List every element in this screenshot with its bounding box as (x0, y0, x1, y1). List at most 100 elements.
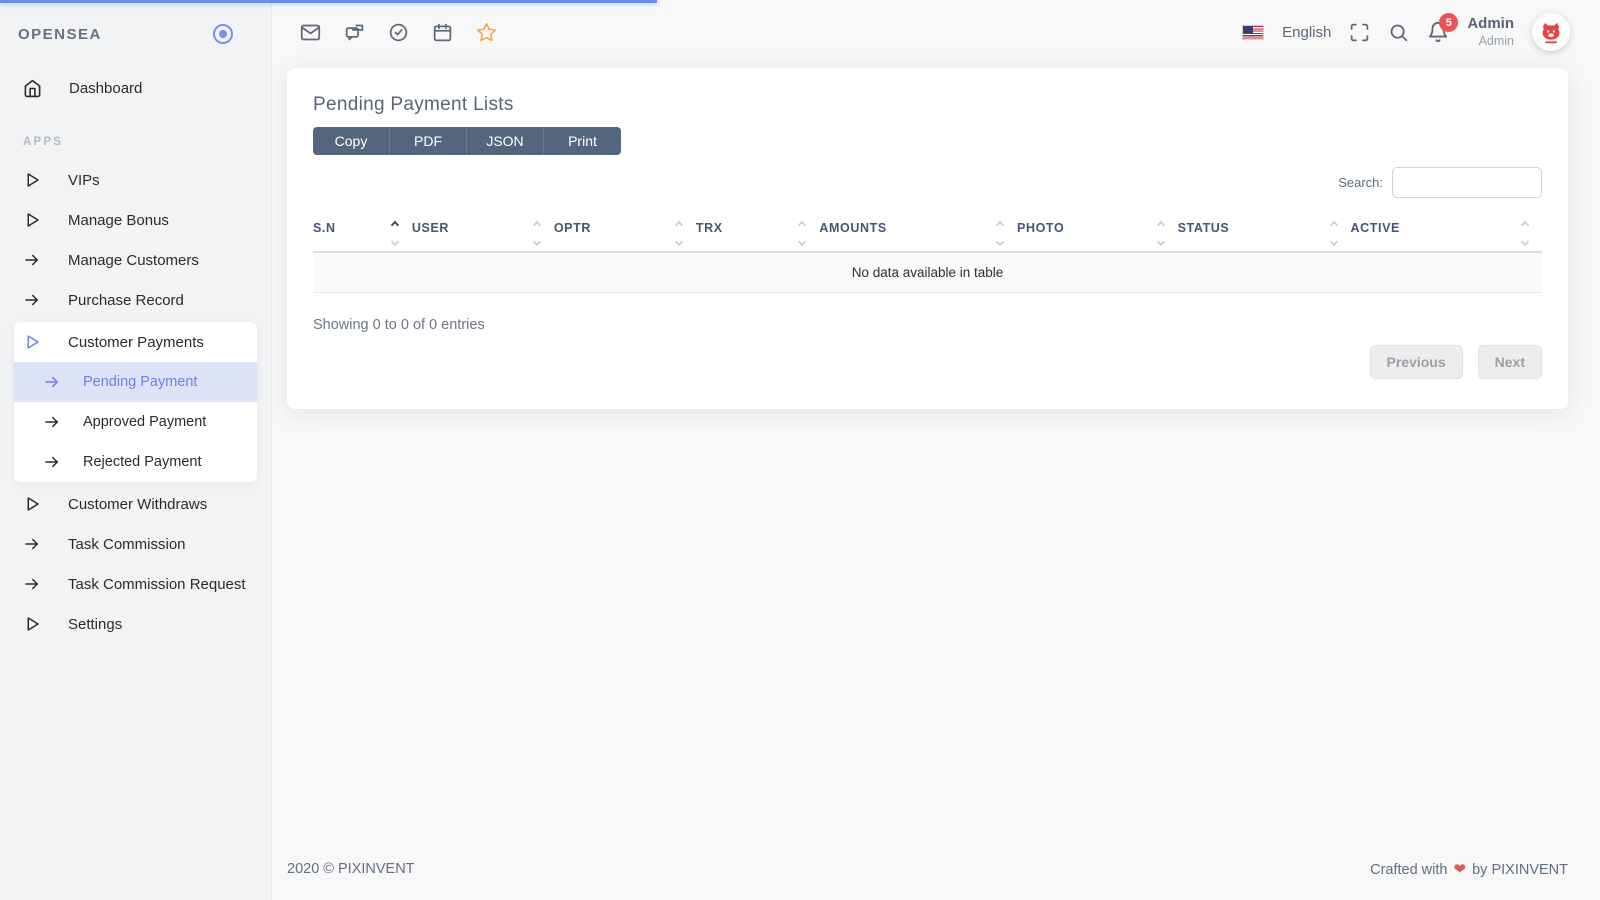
calendar-shortcut-button[interactable] (432, 22, 453, 43)
sidebar: OPENSEA Dashboard APPS VIPs Manage Bonus M… (0, 0, 272, 900)
sort-asc-icon (674, 220, 684, 230)
arrow-right-icon (25, 254, 38, 266)
fullscreen-button[interactable] (1349, 22, 1370, 43)
bookmark-shortcuts (300, 22, 497, 43)
avatar[interactable] (1532, 13, 1570, 51)
sort-icons (995, 220, 1005, 247)
sidebar-pin-toggle-icon[interactable] (213, 24, 233, 44)
previous-page-button[interactable]: Previous (1369, 345, 1463, 379)
sort-desc-icon (532, 237, 542, 247)
column-header-photo[interactable]: PHOTO (1017, 213, 1178, 253)
user-menu[interactable]: Admin Admin (1467, 15, 1514, 49)
sidebar-item-label: VIPs (68, 171, 100, 189)
main-area: English 5 Admin Admin Pending Payment Li… (272, 0, 1600, 900)
sidebar-menu: VIPs Manage Bonus Manage Customers Purchase… (0, 160, 271, 644)
column-header-active[interactable]: ACTIVE (1350, 213, 1542, 253)
sidebar-item-task-commission-request[interactable]: Task Commission Request (0, 564, 271, 604)
column-header-sn[interactable]: S.N (313, 213, 412, 253)
pdf-export-button[interactable]: PDF (390, 127, 467, 155)
page-title: Pending Payment Lists (313, 94, 514, 115)
table-search-input[interactable] (1392, 167, 1542, 198)
sidebar-subitem-label: Rejected Payment (83, 454, 202, 470)
brand: OPENSEA (0, 0, 271, 68)
sidebar-item-label: Manage Customers (68, 251, 199, 269)
search-label: Search: (1338, 175, 1383, 190)
content-area: Pending Payment Lists Copy PDF JSON Print S… (272, 64, 1600, 900)
column-header-status[interactable]: STATUS (1177, 213, 1351, 253)
column-header-label: TRX (695, 221, 723, 235)
home-icon (24, 79, 41, 97)
check-circle-shortcut-button[interactable] (388, 22, 409, 43)
triangle-right-icon (27, 617, 39, 631)
column-header-label: ACTIVE (1350, 221, 1400, 235)
sidebar-subitem-pending-payment[interactable]: Pending Payment (14, 362, 257, 402)
sidebar-item-manage-customers[interactable]: Manage Customers (0, 240, 271, 280)
sidebar-item-label: Task Commission (68, 535, 186, 553)
column-header-amounts[interactable]: AMOUNTS (819, 213, 1018, 253)
notification-count-badge: 5 (1439, 13, 1459, 32)
arrow-right-icon (25, 578, 38, 590)
column-header-label: STATUS (1177, 221, 1230, 235)
json-export-button[interactable]: JSON (467, 127, 544, 155)
search-row: Search: (313, 167, 1542, 198)
star-shortcut-button[interactable] (476, 22, 497, 43)
sidebar-item-dashboard[interactable]: Dashboard (0, 68, 271, 108)
sidebar-subitem-label: Pending Payment (83, 374, 198, 390)
sort-desc-icon (390, 237, 400, 247)
notifications-button[interactable]: 5 (1427, 13, 1459, 43)
triangle-right-icon (27, 213, 39, 227)
footer: 2020 © PIXINVENT Crafted with ❤ by PIXIN… (287, 860, 1568, 884)
footer-credit-suffix: by PIXINVENT (1472, 862, 1568, 878)
column-header-optr[interactable]: OPTR (553, 213, 696, 253)
sidebar-item-manage-bonus[interactable]: Manage Bonus (0, 200, 271, 240)
sidebar-subitem-rejected-payment[interactable]: Rejected Payment (14, 442, 257, 482)
sort-asc-icon (1520, 220, 1530, 230)
column-header-label: AMOUNTS (819, 221, 887, 235)
column-header-user[interactable]: USER (411, 213, 554, 253)
sidebar-subitem-approved-payment[interactable]: Approved Payment (14, 402, 257, 442)
next-page-button[interactable]: Next (1477, 345, 1542, 379)
sidebar-subitem-label: Approved Payment (83, 414, 207, 430)
sidebar-item-settings[interactable]: Settings (0, 604, 271, 644)
copy-export-button[interactable]: Copy (313, 127, 390, 155)
chat-icon (345, 24, 364, 40)
top-navbar: English 5 Admin Admin (272, 0, 1600, 64)
sidebar-item-customer-payments[interactable]: Customer Payments (14, 322, 257, 362)
sidebar-section-label: APPS (23, 136, 64, 148)
table-header-row: S.N USER OPTR TRX AMOUNTS PHOTO STATUS ACTIVE (313, 213, 1542, 253)
arrow-right-icon (45, 376, 58, 388)
table-info: Showing 0 to 0 of 0 entries (313, 317, 485, 333)
heart-icon: ❤ (1453, 861, 1467, 878)
user-role: Admin (1478, 33, 1514, 48)
mail-shortcut-button[interactable] (300, 22, 321, 43)
column-header-label: USER (411, 221, 449, 235)
footer-copyright: 2020 © PIXINVENT (287, 861, 415, 877)
search-button[interactable] (1388, 22, 1409, 43)
sort-asc-icon (995, 220, 1005, 230)
sidebar-item-customer-withdraws[interactable]: Customer Withdraws (0, 484, 271, 524)
language-selector[interactable]: English (1282, 24, 1331, 41)
sort-asc-icon (390, 220, 400, 230)
pagination: Previous Next (313, 345, 1542, 379)
column-header-trx[interactable]: TRX (695, 213, 820, 253)
user-name: Admin (1467, 14, 1514, 32)
chat-shortcut-button[interactable] (344, 22, 365, 43)
sidebar-item-task-commission[interactable]: Task Commission (0, 524, 271, 564)
sidebar-item-vips[interactable]: VIPs (0, 160, 271, 200)
search-icon (1390, 24, 1408, 41)
footer-credit: Crafted with ❤ by PIXINVENT (1370, 860, 1568, 878)
sidebar-item-purchase-record[interactable]: Purchase Record (0, 280, 271, 320)
sidebar-item-label: Dashboard (69, 79, 143, 97)
arrow-right-icon (25, 294, 38, 306)
export-button-group: Copy PDF JSON Print (313, 127, 621, 155)
sort-asc-icon (532, 220, 542, 230)
sort-desc-icon (1329, 237, 1338, 247)
sidebar-item-label: Customer Withdraws (68, 495, 208, 513)
maximize-icon (1351, 23, 1369, 41)
column-header-label: S.N (313, 221, 336, 235)
sidebar-item-label: Purchase Record (68, 291, 184, 309)
print-export-button[interactable]: Print (544, 127, 621, 155)
sort-asc-icon (1156, 220, 1165, 230)
sidebar-item-label: Manage Bonus (68, 211, 169, 229)
sort-desc-icon (674, 237, 684, 247)
